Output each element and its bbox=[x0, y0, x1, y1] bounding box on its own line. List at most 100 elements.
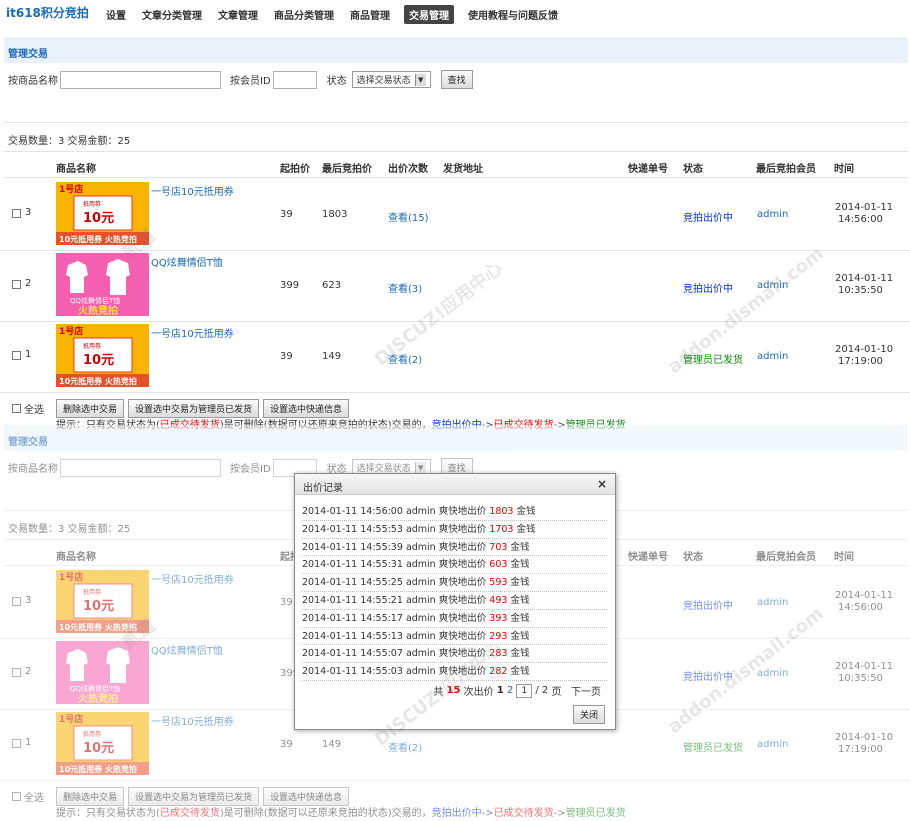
main-product-name-link[interactable]: 一号店10元抵用券 bbox=[151, 183, 234, 198]
bg-thumb-wrap[interactable]: 1号店 抵用券 10元 10元抵用券 火热竞拍 bbox=[56, 712, 149, 775]
pager-mid: 次出价 bbox=[463, 687, 494, 698]
main-table-row: 3 1号店 抵用券 10元 10元抵用券 火热竞拍 一号店10元抵用券 39 1803 查看(1… bbox=[0, 180, 910, 251]
bg-thumb-wrap[interactable]: 1号店 抵用券 10元 10元抵用券 火热竞拍 bbox=[56, 570, 149, 633]
top-nav: it618积分竞拍 设置 文章分类管理 文章管理 商品分类管理 商品管理 交易管理 使用教程… bbox=[0, 0, 910, 26]
product-thumbnail[interactable]: 1号店抵用券 10元 10元抵用券 火热竞拍 bbox=[56, 570, 149, 633]
bg-col-header-0: 商品名称 bbox=[56, 552, 96, 563]
main-divider bbox=[4, 177, 908, 178]
product-thumbnail[interactable]: 1号店抵用券 10元 10元抵用券 火热竞拍 bbox=[56, 324, 149, 387]
nav-item-6[interactable]: 使用教程与问题反馈 bbox=[466, 5, 560, 24]
main-thumb-wrap[interactable]: 1号店 抵用券 10元 10元抵用券 火热竞拍 bbox=[56, 324, 149, 387]
bg-product-name-link[interactable]: 一号店10元抵用券 bbox=[151, 713, 234, 728]
bg-col-header-7: 最后竞拍会员 bbox=[756, 552, 816, 563]
close-icon[interactable]: × bbox=[597, 477, 607, 491]
bid-log-amount: 493 bbox=[489, 594, 508, 606]
product-thumbnail[interactable]: QQ炫舞情侣T恤火热竞拍 bbox=[56, 641, 149, 704]
main-name-input[interactable] bbox=[60, 70, 221, 89]
main-view-bids-link[interactable]: 查看(15) bbox=[388, 209, 429, 224]
thumb-band-text: 10元抵用券 火热竞拍 bbox=[59, 622, 137, 632]
thumb-caption: QQ炫舞情侣T恤 bbox=[70, 684, 120, 693]
pager-page-input[interactable]: 1 bbox=[516, 683, 533, 698]
main-last-price: 623 bbox=[322, 280, 342, 291]
bid-log-amount: 1803 bbox=[489, 506, 514, 517]
bid-log-unit: 金钱 bbox=[510, 612, 530, 624]
main-member-link[interactable]: admin bbox=[757, 209, 788, 220]
nav-item-2[interactable]: 文章管理 bbox=[216, 5, 260, 24]
main-member-link[interactable]: admin bbox=[757, 351, 788, 362]
nav-item-5[interactable]: 交易管理 bbox=[404, 5, 454, 24]
bid-log-item: 2014-01-11 14:55:53 admin 爽快地出价 1703 金钱 bbox=[302, 521, 607, 539]
modal-header: 出价记录 × bbox=[295, 474, 615, 495]
bg-view-bids-link[interactable]: 查看(2) bbox=[388, 739, 422, 754]
bid-log-user: admin bbox=[405, 666, 436, 678]
main-filter-bar: 按商品名称 按会员ID 状态 选择交易状态 ▼ 查找 bbox=[8, 70, 473, 89]
bg-member-link[interactable]: admin bbox=[757, 668, 788, 679]
main-member-input[interactable] bbox=[272, 70, 317, 89]
main-start-price: 399 bbox=[280, 280, 300, 291]
pager-page-2[interactable]: 2 bbox=[507, 685, 513, 696]
bg-chevron-down-icon: ▼ bbox=[414, 461, 426, 474]
bg-product-name-link[interactable]: 一号店10元抵用券 bbox=[151, 571, 234, 586]
modal-close-button[interactable]: 关闭 bbox=[572, 705, 605, 724]
product-thumbnail[interactable]: 1号店抵用券 10元 10元抵用券 火热竞拍 bbox=[56, 712, 149, 775]
bg-thumb-wrap[interactable]: QQ炫舞情侣T恤 火热竞拍 bbox=[56, 641, 149, 704]
nav-item-1[interactable]: 文章分类管理 bbox=[140, 5, 204, 24]
bg-col-header-5: 快递单号 bbox=[628, 552, 668, 563]
main-select-all-checkbox[interactable] bbox=[12, 404, 21, 413]
bid-log-time: 2014-01-11 14:56:00 bbox=[302, 506, 403, 517]
main-search-button[interactable]: 查找 bbox=[440, 70, 473, 89]
bid-log-item: 2014-01-11 14:55:13 admin 爽快地出价 293 金钱 bbox=[302, 628, 607, 646]
bg-row-checkbox[interactable] bbox=[12, 668, 21, 677]
main-stats: 交易数量：3 交易金额：25 bbox=[8, 136, 131, 147]
main-product-name-link[interactable]: 一号店10元抵用券 bbox=[151, 325, 234, 340]
thumb-coupon-sub: 抵用券 bbox=[83, 200, 101, 208]
main-status-select[interactable]: 选择交易状态 ▼ bbox=[351, 71, 431, 88]
product-thumbnail[interactable]: QQ炫舞情侣T恤火热竞拍 bbox=[56, 253, 149, 316]
product-thumbnail[interactable]: 1号店抵用券 10元 10元抵用券 火热竞拍 bbox=[56, 182, 149, 245]
brand-title[interactable]: it618积分竞拍 bbox=[6, 4, 89, 21]
bid-log-user: admin bbox=[405, 541, 436, 553]
bg-member-link[interactable]: admin bbox=[757, 739, 788, 750]
main-view-bids-link[interactable]: 查看(2) bbox=[388, 351, 422, 366]
bid-log-unit: 金钱 bbox=[510, 559, 530, 571]
thumb-band-text: 10元抵用券 火热竞拍 bbox=[59, 764, 137, 774]
bid-log-time: 2014-01-11 14:55:53 bbox=[302, 523, 403, 535]
modal-title: 出价记录 bbox=[303, 483, 343, 494]
pager-next-link[interactable]: 下一页 bbox=[571, 683, 601, 698]
main-thumb-wrap[interactable]: QQ炫舞情侣T恤 火热竞拍 bbox=[56, 253, 149, 316]
nav-item-3[interactable]: 商品分类管理 bbox=[272, 5, 336, 24]
main-product-name-link[interactable]: QQ炫舞情侣T恤 bbox=[151, 254, 223, 269]
main-row-id: 1 bbox=[25, 349, 32, 360]
main-thumb-wrap[interactable]: 1号店 抵用券 10元 10元抵用券 火热竞拍 bbox=[56, 182, 149, 245]
bg-name-input[interactable] bbox=[60, 458, 221, 477]
bid-log-time: 2014-01-11 14:55:39 bbox=[302, 541, 403, 553]
main-col-header-3: 出价次数 bbox=[388, 164, 428, 175]
main-row-checkbox[interactable] bbox=[12, 209, 21, 218]
main-col-header-7: 最后竞拍会员 bbox=[756, 164, 816, 175]
bid-log-unit: 金钱 bbox=[510, 666, 530, 678]
bg-hint-p2: 已成交待发货 bbox=[159, 808, 220, 819]
bg-row-checkbox[interactable] bbox=[12, 739, 21, 748]
bid-log-user: admin bbox=[405, 559, 436, 571]
main-row-checkbox[interactable] bbox=[12, 280, 21, 289]
nav-item-4[interactable]: 商品管理 bbox=[348, 5, 392, 24]
main-start-price: 39 bbox=[280, 351, 293, 362]
bid-log-unit: 金钱 bbox=[510, 630, 530, 642]
main-view-bids-link[interactable]: 查看(3) bbox=[388, 280, 422, 295]
main-row-checkbox[interactable] bbox=[12, 351, 21, 360]
bg-section-title: 管理交易 bbox=[4, 425, 908, 451]
bg-member-link[interactable]: admin bbox=[757, 597, 788, 608]
bg-row-checkbox[interactable] bbox=[12, 597, 21, 606]
main-col-header-5: 快递单号 bbox=[628, 164, 668, 175]
bg-product-name-link[interactable]: QQ炫舞情侣T恤 bbox=[151, 642, 223, 657]
bg-status-badge: 竞拍出价中 bbox=[683, 601, 733, 612]
bid-log-unit: 金钱 bbox=[510, 648, 530, 660]
main-member-link[interactable]: admin bbox=[757, 280, 788, 291]
bg-time: 10:35:50 bbox=[838, 673, 883, 684]
main-select-all-label: 全选 bbox=[24, 405, 44, 416]
bg-row-id: 2 bbox=[25, 666, 32, 677]
bg-select-all-checkbox[interactable] bbox=[12, 792, 21, 801]
nav-item-0[interactable]: 设置 bbox=[104, 5, 128, 24]
bid-log-time: 2014-01-11 14:55:21 bbox=[302, 594, 403, 606]
thumb-caption: QQ炫舞情侣T恤 bbox=[70, 296, 120, 305]
